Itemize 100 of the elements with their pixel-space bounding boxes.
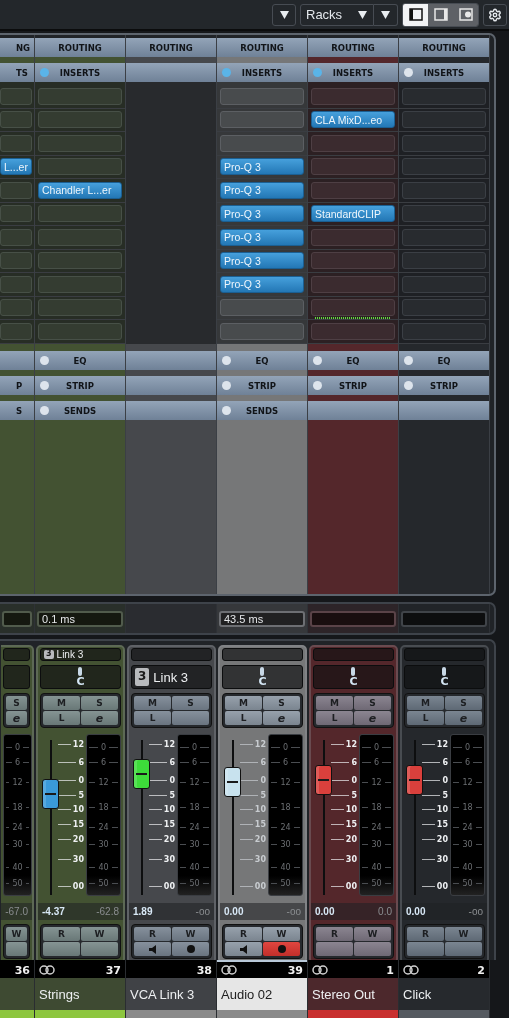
monitor-button[interactable] [225, 942, 262, 956]
routing-button[interactable]: NG [0, 38, 34, 57]
panel-toggle[interactable] [403, 3, 428, 26]
insert-slot[interactable] [311, 252, 395, 270]
channel-name-field[interactable]: Stereo Out [308, 978, 398, 1010]
channel-button[interactable]: R [407, 927, 444, 941]
insert-slot[interactable] [402, 275, 486, 293]
channel-button[interactable]: W [6, 927, 27, 941]
channel-button[interactable]: W [172, 927, 209, 941]
fader-handle[interactable] [42, 779, 59, 810]
fader-handle[interactable] [224, 766, 241, 797]
insert-slot[interactable] [311, 322, 395, 340]
channel-button[interactable]: W [81, 927, 118, 941]
channel-button[interactable]: L [134, 711, 171, 725]
channel-button[interactable]: S [6, 696, 27, 710]
insert-slot[interactable] [402, 181, 486, 199]
channel-button[interactable]: R [134, 927, 171, 941]
channel-button[interactable]: R [43, 927, 80, 941]
insert-plugin[interactable]: CLA MixD...eo [311, 111, 395, 129]
insert-slot[interactable] [311, 299, 395, 317]
channel-button[interactable]: e [6, 711, 27, 725]
channel-button[interactable]: W [263, 927, 300, 941]
section-button[interactable]: EQ [308, 351, 398, 370]
channel-button[interactable]: S [172, 696, 209, 710]
insert-slot[interactable] [402, 87, 486, 105]
section-button[interactable]: S [0, 401, 34, 420]
record-button[interactable] [263, 942, 300, 956]
fader-handle[interactable] [133, 759, 150, 790]
section-button[interactable]: P [0, 376, 34, 395]
insert-slot[interactable] [38, 252, 122, 270]
insert-plugin[interactable]: Pro-Q 3 [220, 252, 304, 270]
channel-button[interactable]: M [225, 696, 262, 710]
insert-slot[interactable] [0, 134, 32, 152]
insert-plugin[interactable]: L...er [0, 158, 32, 176]
insert-slot[interactable] [311, 275, 395, 293]
section-button[interactable]: STRIP [399, 376, 489, 395]
insert-plugin[interactable]: Pro-Q 3 [220, 275, 304, 293]
insert-slot[interactable] [0, 252, 32, 270]
channel-button[interactable]: R [316, 927, 353, 941]
section-button[interactable]: EQ [217, 351, 307, 370]
insert-slot[interactable] [402, 111, 486, 129]
insert-slot[interactable] [311, 181, 395, 199]
insert-plugin[interactable]: Pro-Q 3 [220, 158, 304, 176]
channel-button[interactable]: e [445, 711, 482, 725]
insert-slot[interactable] [38, 87, 122, 105]
insert-slot[interactable] [0, 322, 32, 340]
insert-slot[interactable] [0, 228, 32, 246]
channel-button[interactable]: L [225, 711, 262, 725]
insert-slot[interactable] [0, 299, 32, 317]
channel-button[interactable]: W [445, 927, 482, 941]
channel-button[interactable]: S [445, 696, 482, 710]
channel-button[interactable]: e [263, 711, 300, 725]
panel-toggle[interactable] [428, 3, 453, 26]
routing-button[interactable]: ROUTING [217, 38, 307, 57]
insert-slot[interactable] [38, 134, 122, 152]
routing-button[interactable]: ROUTING [308, 38, 398, 57]
section-button[interactable]: EQ [399, 351, 489, 370]
insert-slot[interactable] [311, 228, 395, 246]
inserts-button[interactable]: INSERTS [35, 63, 125, 82]
fader-handle[interactable] [406, 765, 423, 796]
insert-slot[interactable] [38, 205, 122, 223]
insert-slot[interactable] [220, 134, 304, 152]
blank-button[interactable] [43, 942, 80, 956]
insert-slot[interactable] [402, 322, 486, 340]
channel-button[interactable]: S [81, 696, 118, 710]
pan-field[interactable]: C [404, 665, 485, 689]
insert-slot[interactable] [311, 134, 395, 152]
insert-slot[interactable] [402, 134, 486, 152]
dropdown-button[interactable] [272, 3, 296, 26]
blank-button[interactable] [407, 942, 444, 956]
pan-field[interactable]: C [222, 665, 303, 689]
channel-button[interactable]: M [134, 696, 171, 710]
insert-slot[interactable] [311, 158, 395, 176]
section-button[interactable]: STRIP [308, 376, 398, 395]
insert-slot[interactable] [220, 87, 304, 105]
channel-button[interactable]: W [354, 927, 391, 941]
channel-button[interactable]: M [43, 696, 80, 710]
inserts-button[interactable]: INSERTS [399, 63, 489, 82]
channel-button[interactable]: e [81, 711, 118, 725]
insert-slot[interactable] [220, 299, 304, 317]
view-dropdown[interactable]: Racks [300, 3, 374, 26]
vca-field[interactable]: 3 Link 3 [131, 665, 212, 689]
insert-slot[interactable] [402, 158, 486, 176]
insert-slot[interactable] [402, 299, 486, 317]
insert-slot[interactable] [38, 299, 122, 317]
channel-button[interactable]: S [354, 696, 391, 710]
insert-slot[interactable] [220, 111, 304, 129]
insert-slot[interactable] [311, 87, 395, 105]
inserts-button[interactable]: INSERTS [217, 63, 307, 82]
routing-button[interactable]: ROUTING [399, 38, 489, 57]
insert-plugin[interactable]: Chandler L...er [38, 181, 122, 199]
channel-button[interactable]: M [316, 696, 353, 710]
channel-name-field[interactable]: Click [399, 978, 489, 1010]
dropdown-button[interactable] [374, 3, 398, 26]
insert-plugin[interactable]: StandardCLIP [311, 205, 395, 223]
blank-button[interactable] [354, 942, 391, 956]
blank-button[interactable] [172, 711, 209, 725]
channel-button[interactable]: L [407, 711, 444, 725]
blank-button[interactable] [6, 942, 27, 956]
channel-button[interactable]: e [354, 711, 391, 725]
